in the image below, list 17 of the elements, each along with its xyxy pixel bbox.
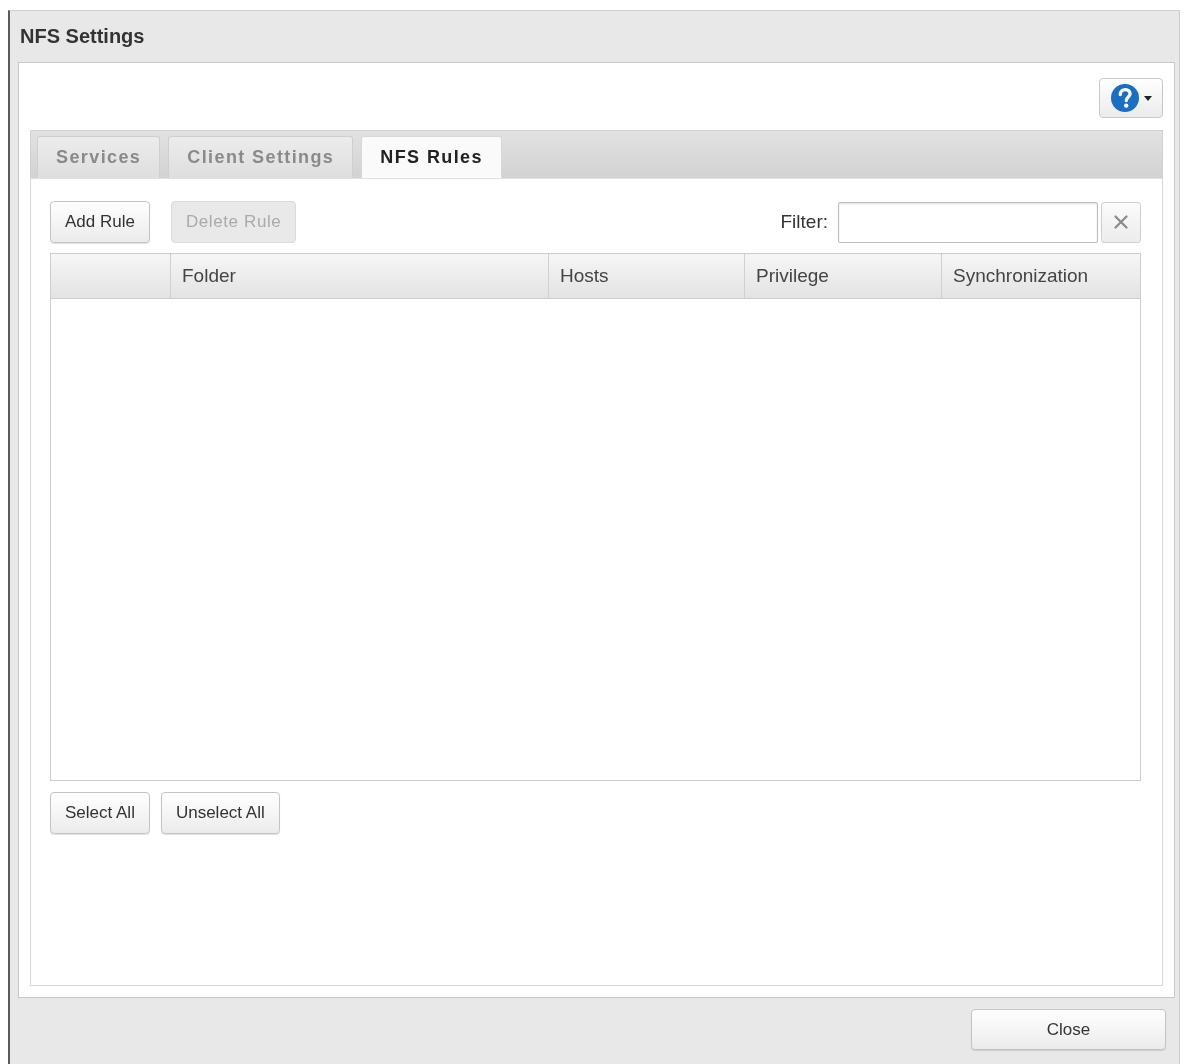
caret-icon xyxy=(1143,95,1152,101)
window-title: NFS Settings xyxy=(20,25,145,48)
help-button[interactable] xyxy=(1099,78,1163,118)
column-header[interactable]: Privilege xyxy=(745,254,942,298)
tab[interactable]: NFS Rules xyxy=(361,136,502,178)
add-rule-button[interactable]: Add Rule xyxy=(50,201,150,243)
filter-field[interactable] xyxy=(838,201,1098,243)
cross-icon xyxy=(1114,215,1128,229)
clear-filter-button[interactable] xyxy=(1101,201,1141,243)
unselect-all-button[interactable]: Unselect All xyxy=(160,792,280,834)
close-button[interactable]: Close xyxy=(971,1009,1166,1050)
column-header[interactable]: Folder xyxy=(171,254,549,298)
column-header[interactable]: Synchronization xyxy=(942,254,1140,298)
select-all-button[interactable]: Select All xyxy=(50,792,150,834)
help-icon xyxy=(1110,84,1139,112)
column-header[interactable]: Hosts xyxy=(549,254,745,298)
filter-label: Filter: xyxy=(780,211,828,233)
